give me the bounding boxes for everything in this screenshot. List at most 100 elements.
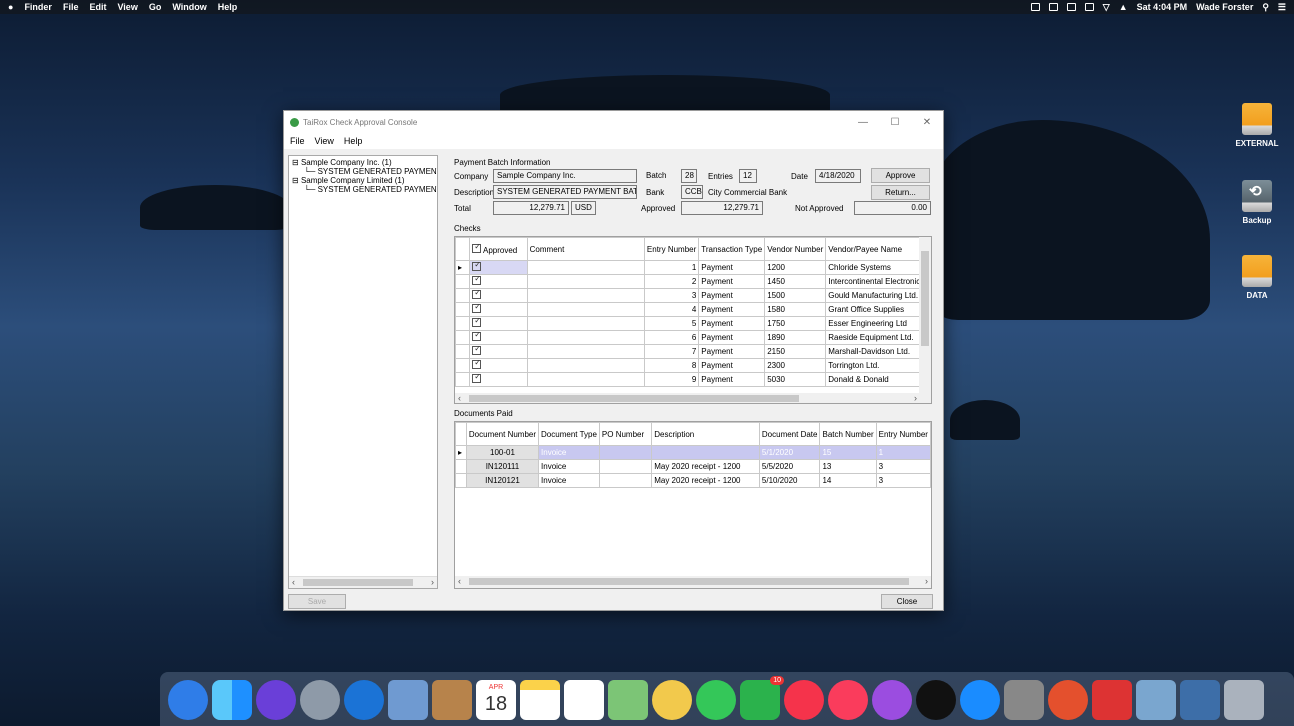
menu-go[interactable]: Go: [149, 2, 162, 12]
menu-edit[interactable]: Edit: [89, 2, 106, 12]
desktop-icon-data[interactable]: DATA: [1222, 255, 1292, 300]
scroll-right-icon[interactable]: ›: [431, 577, 434, 587]
approved-checkbox[interactable]: [472, 276, 482, 285]
table-row[interactable]: 9Payment5030Donald & Donald: [455, 372, 931, 387]
approved-field[interactable]: 12,279.71: [681, 201, 763, 215]
maximize-icon[interactable]: ☐: [879, 117, 911, 128]
menu-help[interactable]: Help: [218, 2, 238, 12]
date-field[interactable]: 4/18/2020: [815, 169, 861, 183]
column-header-entry-number[interactable]: Entry Number: [875, 422, 931, 446]
desktop-icon-backup[interactable]: Backup: [1222, 180, 1292, 225]
music-icon[interactable]: [828, 680, 868, 720]
comment-cell[interactable]: [526, 358, 645, 373]
menubar-clock[interactable]: Sat 4:04 PM: [1137, 2, 1188, 12]
reminders-icon[interactable]: [564, 680, 604, 720]
checks-grid[interactable]: Approved Comment Entry Number Transactio…: [454, 236, 932, 404]
save-button[interactable]: Save: [288, 594, 346, 609]
row-selector[interactable]: ▸: [455, 445, 467, 460]
close-button[interactable]: Close: [881, 594, 933, 609]
scroll-left-icon[interactable]: ‹: [458, 393, 461, 403]
trash-icon[interactable]: [1224, 680, 1264, 720]
checks-horizontal-scrollbar[interactable]: ‹ ›: [455, 393, 931, 403]
calendar-icon[interactable]: APR 18: [476, 680, 516, 720]
column-header-document-number[interactable]: Document Number: [465, 422, 540, 446]
menu-window[interactable]: Window: [172, 2, 206, 12]
table-row[interactable]: 4Payment1580Grant Office Supplies: [455, 302, 931, 317]
company-field[interactable]: Sample Company Inc.: [493, 169, 637, 183]
podcasts-icon[interactable]: [872, 680, 912, 720]
spotlight-icon[interactable]: ⚲: [1262, 2, 1269, 13]
company-tree[interactable]: ⊟ Sample Company Inc. (1) └─ SYSTEM GENE…: [288, 155, 438, 589]
column-header-vendor-number[interactable]: Vendor Number: [764, 237, 827, 261]
keyboard-icon[interactable]: [1066, 3, 1076, 11]
system-preferences-icon[interactable]: [1004, 680, 1044, 720]
column-header-comment[interactable]: Comment: [526, 237, 645, 261]
scrollbar-thumb[interactable]: [303, 579, 413, 586]
menu-view[interactable]: View: [315, 136, 334, 146]
approved-checkbox[interactable]: [472, 290, 482, 299]
comment-cell[interactable]: [526, 274, 645, 289]
row-selector[interactable]: ▸: [455, 260, 471, 275]
column-header-po-number[interactable]: PO Number: [598, 422, 653, 446]
approved-checkbox[interactable]: [472, 262, 482, 271]
news-icon[interactable]: [784, 680, 824, 720]
preview-icon[interactable]: [1136, 680, 1176, 720]
column-header-transaction-type[interactable]: Transaction Type: [698, 237, 766, 261]
finder-icon[interactable]: [212, 680, 252, 720]
scrollbar-thumb[interactable]: [921, 251, 929, 346]
documents-horizontal-scrollbar[interactable]: ‹ ›: [455, 576, 931, 588]
photos-icon[interactable]: [652, 680, 692, 720]
close-icon[interactable]: ✕: [911, 117, 943, 128]
scroll-left-icon[interactable]: ‹: [292, 577, 295, 587]
contacts-icon[interactable]: [432, 680, 472, 720]
table-row[interactable]: ▸1Payment1200Chloride Systems: [455, 260, 931, 275]
table-row[interactable]: IN120121 Invoice May 2020 receipt - 1200 5/…: [455, 473, 931, 488]
messages-icon[interactable]: [696, 680, 736, 720]
desktop-icon-external[interactable]: EXTERNAL: [1222, 103, 1292, 148]
mail-icon[interactable]: [388, 680, 428, 720]
table-row[interactable]: 7Payment2150Marshall-Davidson Ltd.: [455, 344, 931, 359]
scroll-left-icon[interactable]: ‹: [458, 576, 461, 586]
checks-vertical-scrollbar[interactable]: [919, 237, 931, 393]
menu-file[interactable]: File: [63, 2, 79, 12]
currency-field[interactable]: USD: [571, 201, 596, 215]
tree-node-batch[interactable]: └─ SYSTEM GENERATED PAYMENT BA: [292, 185, 437, 194]
apple-menu-icon[interactable]: ●: [8, 2, 13, 12]
comment-cell[interactable]: [526, 344, 645, 359]
table-row[interactable]: 6Payment1890Raeside Equipment Ltd.: [455, 330, 931, 345]
approved-checkbox[interactable]: [472, 332, 482, 341]
approved-checkbox[interactable]: [472, 360, 482, 369]
parallels-icon[interactable]: [1092, 680, 1132, 720]
remote-desktop-icon[interactable]: [1048, 680, 1088, 720]
table-row[interactable]: 3Payment1500Gould Manufacturing Ltd.: [455, 288, 931, 303]
minimize-icon[interactable]: —: [847, 117, 879, 128]
comment-cell[interactable]: [526, 316, 645, 331]
column-header-entry-number[interactable]: Entry Number: [643, 237, 700, 261]
maps-icon[interactable]: [608, 680, 648, 720]
menu-finder[interactable]: Finder: [24, 2, 52, 12]
safari-icon[interactable]: [168, 680, 208, 720]
downloads-stack-icon[interactable]: [1180, 680, 1220, 720]
wifi-icon[interactable]: ▽: [1103, 2, 1110, 13]
launchpad-icon[interactable]: [300, 680, 340, 720]
checkbox-icon[interactable]: [472, 242, 482, 253]
documents-grid[interactable]: Document Number Document Type PO Number …: [454, 421, 932, 589]
eject-icon[interactable]: ▲: [1119, 2, 1128, 12]
notes-icon[interactable]: [520, 680, 560, 720]
airplay-icon[interactable]: [1084, 3, 1094, 11]
tree-node-company[interactable]: ⊟ Sample Company Limited (1): [292, 176, 434, 185]
comment-cell[interactable]: [526, 330, 645, 345]
tv-icon[interactable]: [916, 680, 956, 720]
scroll-right-icon[interactable]: ›: [925, 576, 928, 586]
menu-help[interactable]: Help: [344, 136, 363, 146]
return-button[interactable]: Return...: [871, 185, 930, 200]
comment-cell[interactable]: [526, 260, 645, 275]
scrollbar-thumb[interactable]: [469, 395, 799, 402]
comment-cell[interactable]: [526, 372, 645, 387]
column-header-document-date[interactable]: Document Date: [758, 422, 821, 446]
approved-checkbox[interactable]: [472, 374, 482, 383]
total-field[interactable]: 12,279.71: [493, 201, 569, 215]
table-row[interactable]: 5Payment1750Esser Engineering Ltd: [455, 316, 931, 331]
menubar-user[interactable]: Wade Forster: [1196, 2, 1253, 12]
approved-checkbox[interactable]: [472, 346, 482, 355]
